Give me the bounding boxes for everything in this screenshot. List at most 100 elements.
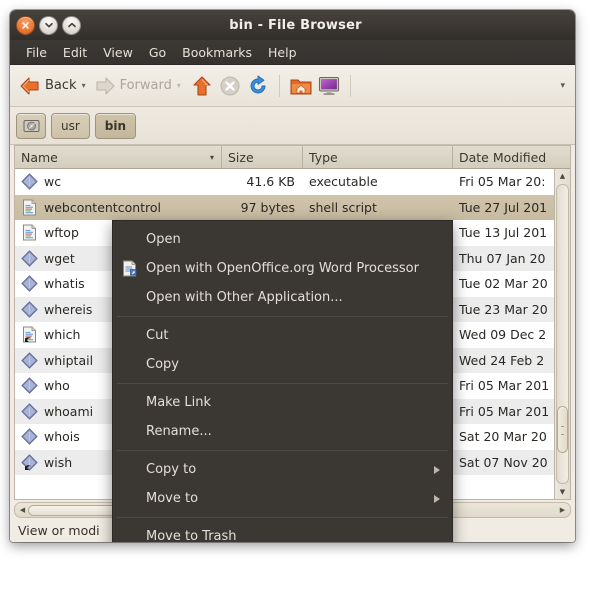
executable-icon [21,301,38,318]
file-date-cell: Wed 24 Feb 2 [459,352,545,368]
close-button[interactable] [16,15,35,35]
context-menu-item[interactable]: Rename... [113,417,452,446]
column-header-date-modified[interactable]: Date Modified [453,146,570,168]
reload-icon [250,75,266,93]
file-name-label: wc [44,174,62,190]
context-menu-item-label: Copy to [146,462,197,477]
context-menu-item-label: Rename... [146,424,212,439]
scroll-down-button[interactable]: ▼ [555,485,570,499]
file-browser-window: bin - File Browser File Edit View Go Boo… [10,10,575,542]
context-menu-item[interactable]: Copy to [113,455,452,484]
forward-button[interactable]: Forward [93,74,172,98]
forward-arrow-icon [96,76,115,95]
forward-label: Forward [119,78,172,93]
menu-view[interactable]: View [95,42,141,63]
context-menu-item-label: Open [146,232,181,247]
context-menu-item[interactable]: Move to [113,484,452,513]
column-header-date-label: Date Modified [459,149,547,165]
scroll-right-button[interactable]: ▶ [557,506,568,514]
context-menu-item[interactable]: Move to Trash [113,522,452,542]
breadcrumb-bin[interactable]: bin [94,112,137,139]
column-header-type[interactable]: Type [303,146,453,168]
executable-link-icon [21,454,38,471]
executable-icon [21,352,38,369]
file-date-cell: Fri 05 Mar 201 [459,403,550,419]
context-menu-item[interactable]: Open with Other Application... [113,283,452,312]
submenu-arrow-icon [434,494,440,503]
file-name-label: who [44,378,70,394]
up-button[interactable] [188,72,216,100]
scroll-up-button[interactable]: ▲ [555,169,570,183]
file-name-label: webcontentcontrol [44,199,162,215]
menu-separator [117,316,448,317]
vertical-scroll-track[interactable] [556,184,569,484]
context-menu-item[interactable]: Copy [113,350,452,379]
file-name-label: wget [44,250,75,266]
executable-icon [21,428,38,445]
menu-help[interactable]: Help [260,42,305,63]
file-type-cell: shell script [309,199,377,215]
file-date-cell: Tue 23 Mar 20 [459,301,548,317]
column-header-size-label: Size [228,149,254,165]
menu-bookmarks[interactable]: Bookmarks [174,42,260,63]
table-row[interactable]: wc 41.6 KB executable Fri 05 Mar 20: [15,169,570,195]
forward-dropdown-arrow: ▾ [176,81,181,90]
file-name-label: wish [44,454,73,470]
menu-edit[interactable]: Edit [55,42,95,63]
menu-file[interactable]: File [18,42,55,63]
menu-bar: File Edit View Go Bookmarks Help [10,40,575,65]
table-row[interactable]: webcontentcontrol 97 bytes shell script Tue… [15,194,570,220]
file-date-cell: Sat 07 Nov 20 [459,454,548,470]
menu-go[interactable]: Go [141,42,174,63]
context-menu-item[interactable]: Make Link [113,388,452,417]
toolbar-overflow-button[interactable]: ▾ [560,81,565,91]
chevron-down-icon [44,22,53,28]
status-text: View or modi [18,522,100,538]
context-menu-item-label: Open with OpenOffice.org Word Processor [146,261,419,276]
breadcrumb: usr bin [10,107,575,145]
computer-button[interactable] [315,72,343,100]
file-size-cell: 97 bytes [240,199,295,215]
breadcrumb-filesystem[interactable] [16,112,46,139]
script-icon [23,224,36,241]
minimize-button[interactable] [39,15,58,35]
scroll-left-button[interactable]: ◀ [17,506,28,514]
back-button[interactable]: Back [18,74,77,98]
context-menu-item-label: Cut [146,328,169,343]
home-button[interactable] [287,72,315,100]
chevron-up-icon [67,22,76,28]
executable-icon [21,377,38,394]
breadcrumb-usr[interactable]: usr [51,112,90,139]
up-arrow-icon [193,75,211,96]
vertical-scrollbar[interactable]: ▲ ▼ [554,169,570,499]
column-header-size[interactable]: Size [222,146,303,168]
reload-button[interactable] [244,72,272,100]
column-header-name[interactable]: Name ▾ [15,146,222,168]
back-dropdown-arrow[interactable]: ▾ [82,81,86,90]
context-menu-item[interactable]: Cut [113,321,452,350]
context-menu-item-label: Move to [146,491,199,506]
context-menu-item[interactable]: Open with OpenOffice.org Word Processor [113,254,452,283]
menu-item-icon-placeholder [121,327,138,344]
context-menu-item[interactable]: Open [113,225,452,254]
column-header-type-label: Type [309,149,338,165]
context-menu: Open Open with OpenOffice.org Word Proce… [112,220,453,542]
file-name-label: whereis [44,301,93,317]
script-link-icon [23,326,36,343]
executable-icon [21,275,38,292]
menu-item-icon-placeholder [121,289,138,306]
menu-separator [117,517,448,518]
file-date-cell: Fri 05 Mar 20: [459,174,546,190]
menu-item-icon-placeholder [121,490,138,507]
toolbar: Back ▾ Forward ▾ ▾ [10,65,575,107]
vertical-scroll-thumb[interactable] [557,405,568,454]
file-date-cell: Tue 27 Jul 201 [459,199,548,215]
back-label: Back [45,78,77,93]
desktop-background: bin - File Browser File Edit View Go Boo… [0,0,595,608]
menu-item-icon-placeholder [121,356,138,373]
maximize-button[interactable] [62,15,81,35]
column-header-name-label: Name [21,149,58,165]
file-name-label: wftop [44,225,79,241]
context-menu-item-label: Make Link [146,395,211,410]
file-type-cell: executable [309,174,378,190]
